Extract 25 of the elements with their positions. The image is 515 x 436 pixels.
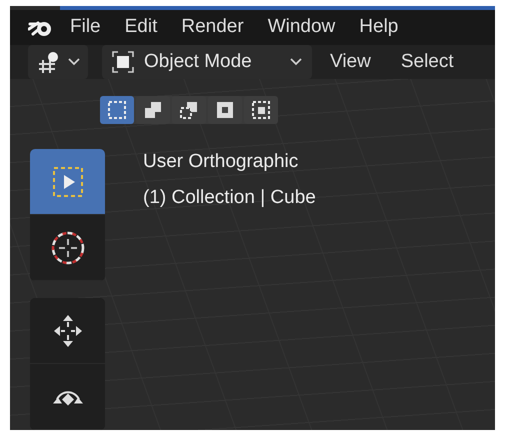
select-box-icon <box>50 164 84 199</box>
tool-button[interactable] <box>30 298 105 364</box>
object-mode-icon <box>112 50 134 73</box>
menu-item[interactable]: File <box>58 12 113 42</box>
overlapping-squares-icon <box>251 100 271 120</box>
mode-dropdown[interactable]: Object Mode <box>102 44 312 79</box>
header-menu[interactable]: Select <box>388 46 466 77</box>
viewport-info-text: (1) Collection | Cube <box>143 187 316 210</box>
select-mode-button[interactable] <box>100 96 134 124</box>
move-arrows-icon <box>52 312 84 349</box>
overlapping-squares-icon <box>215 100 235 120</box>
overlapping-squares-icon <box>143 100 163 120</box>
overlapping-squares-icon <box>179 100 199 120</box>
menu-item[interactable]: Edit <box>112 12 170 42</box>
tool-button[interactable] <box>30 149 105 216</box>
viewport-info-text: User Orthographic <box>143 151 300 174</box>
editor-type-button[interactable] <box>28 44 88 79</box>
menu-item[interactable]: Window <box>256 12 348 42</box>
chevron-icon <box>290 58 302 66</box>
menu-item[interactable]: Help <box>347 12 410 42</box>
menu-item[interactable]: Render <box>169 12 256 42</box>
chevron-icon <box>68 58 80 66</box>
cursor-icon <box>50 230 86 266</box>
header-menu[interactable]: View <box>318 46 383 77</box>
dashed-square-icon <box>107 100 127 120</box>
